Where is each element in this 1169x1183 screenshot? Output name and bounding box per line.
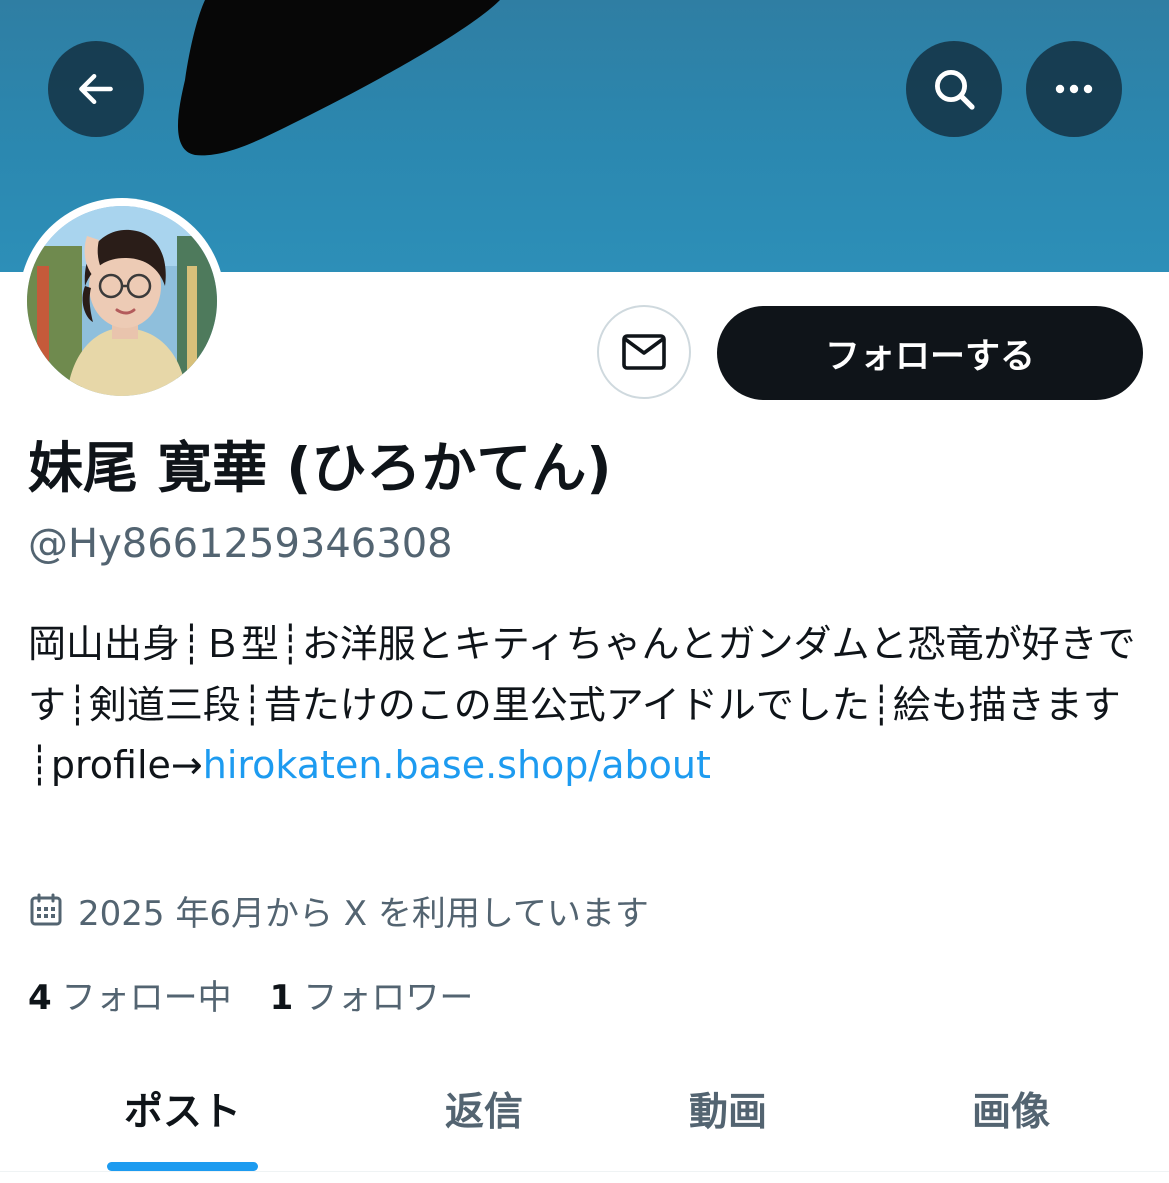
calendar-icon [30, 893, 62, 926]
search-button[interactable] [906, 41, 1002, 137]
more-horizontal-icon [1055, 84, 1093, 94]
joined-date: 2025 年6月から X を利用しています [28, 884, 649, 936]
joined-text: 2025 年6月から X を利用しています [78, 893, 649, 934]
message-button[interactable] [597, 305, 691, 399]
active-tab-indicator [107, 1162, 258, 1171]
search-icon [934, 69, 975, 110]
followers-count: 1 [269, 977, 294, 1018]
following-link[interactable]: 4 フォロー中 [28, 970, 232, 1019]
followers-link[interactable]: 1 フォロワー [270, 970, 474, 1019]
follow-stats: 4 フォロー中 1 フォロワー [28, 968, 473, 1020]
arrow-left-icon [79, 73, 113, 105]
following-label: フォロー中 [61, 977, 232, 1018]
tab-posts[interactable]: ポスト [72, 1054, 293, 1164]
tab-images[interactable]: 画像 [927, 1054, 1095, 1164]
bio-link[interactable]: hirokaten.base.shop/about [203, 743, 711, 787]
display-name: 妹尾 寛華 (ひろかてん) [28, 436, 612, 500]
tabs-divider [0, 1171, 1169, 1172]
tab-replies[interactable]: 返信 [400, 1054, 568, 1164]
following-count: 4 [28, 977, 52, 1018]
followers-label: フォロワー [303, 977, 474, 1018]
profile-tabs: ポスト 返信 動画 画像 [0, 1054, 1169, 1172]
follow-button[interactable]: フォローする [717, 306, 1143, 400]
user-handle: @Hy8661259346308 [28, 521, 453, 567]
tab-videos[interactable]: 動画 [644, 1054, 812, 1164]
avatar[interactable] [27, 206, 217, 396]
more-button[interactable] [1026, 41, 1122, 137]
profile-photo [27, 206, 217, 396]
profile-bio: 岡山出身┊Ｂ型┊お洋服とキティちゃんとガンダムと恐竜が好きです┊剣道三段┊昔たけ… [28, 614, 1143, 796]
avatar-frame [19, 198, 225, 404]
back-button[interactable] [48, 41, 144, 137]
mail-icon [622, 334, 666, 370]
follow-button-label: フォローする [824, 336, 1035, 377]
